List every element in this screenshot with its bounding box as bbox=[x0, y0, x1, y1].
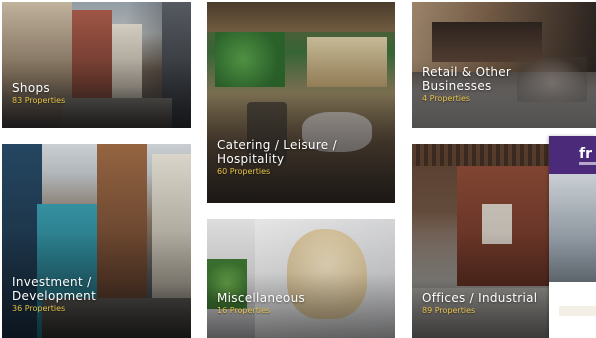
category-tile-retail[interactable]: Retail & Other Businesses 4 Properties bbox=[412, 2, 596, 128]
category-count: 4 Properties bbox=[422, 94, 471, 103]
side-card-brand-underline bbox=[579, 162, 596, 165]
side-card-brand-logo: fr bbox=[579, 146, 592, 162]
category-count: 60 Properties bbox=[217, 167, 271, 176]
tile-overlay bbox=[2, 2, 191, 128]
tile-overlay bbox=[207, 219, 395, 338]
tile-caption: Shops 83 Properties bbox=[12, 81, 183, 106]
category-title: Shops bbox=[12, 81, 50, 95]
category-count: 36 Properties bbox=[12, 304, 66, 313]
category-tile-catering[interactable]: Catering / Leisure / Hospitality 60 Prop… bbox=[207, 2, 395, 203]
side-card-button[interactable] bbox=[559, 306, 596, 316]
property-categories-grid: Shops 83 Properties Catering / Leisure /… bbox=[0, 0, 596, 338]
category-title: Miscellaneous bbox=[217, 291, 306, 305]
side-card-photo bbox=[549, 174, 596, 282]
category-title: Investment / Development bbox=[12, 275, 97, 303]
category-title: Catering / Leisure / Hospitality bbox=[217, 138, 337, 166]
category-count: 16 Properties bbox=[217, 306, 271, 315]
category-count: 83 Properties bbox=[12, 96, 66, 105]
category-title: Retail & Other Businesses bbox=[422, 65, 512, 93]
tile-caption: Investment / Development 36 Properties bbox=[12, 275, 183, 314]
partial-side-card[interactable]: fr bbox=[549, 136, 596, 338]
tile-caption: Miscellaneous 16 Properties bbox=[217, 291, 387, 316]
category-tile-investment[interactable]: Investment / Development 36 Properties bbox=[2, 144, 191, 338]
tile-caption: Catering / Leisure / Hospitality 60 Prop… bbox=[217, 138, 387, 177]
tile-caption: Retail & Other Businesses 4 Properties bbox=[422, 65, 588, 104]
category-tile-shops[interactable]: Shops 83 Properties bbox=[2, 2, 191, 128]
category-tile-miscellaneous[interactable]: Miscellaneous 16 Properties bbox=[207, 219, 395, 338]
